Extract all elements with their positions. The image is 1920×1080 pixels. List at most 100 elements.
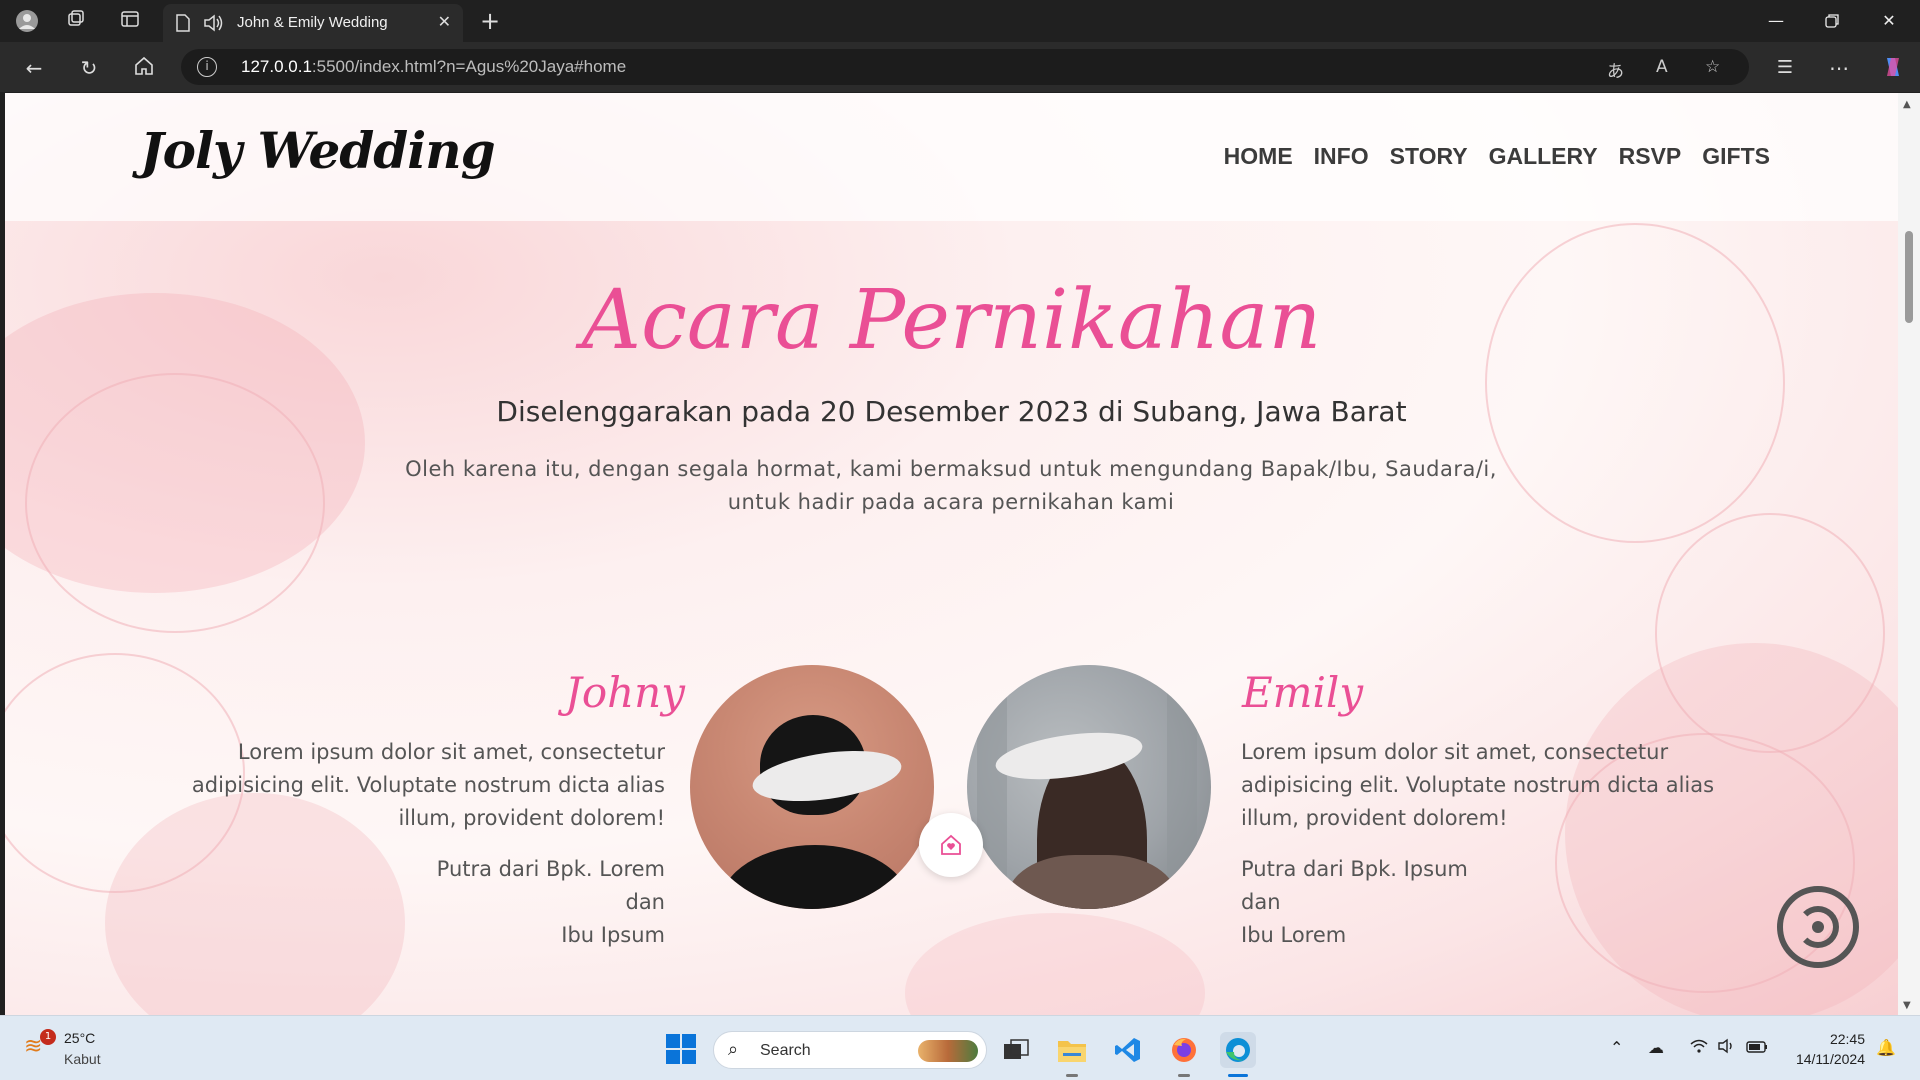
flower-outline bbox=[1655, 513, 1885, 753]
address-bar[interactable]: i 127.0.0.1:5500/index.html?n=Agus%20Jay… bbox=[181, 49, 1749, 85]
groom-bio: Lorem ipsum dolor sit amet, consectetur … bbox=[165, 736, 665, 835]
firefox-icon[interactable] bbox=[1166, 1032, 1202, 1068]
site-logo[interactable]: Joly Wedding bbox=[140, 121, 496, 180]
door-panel bbox=[1167, 665, 1197, 909]
profile-icon[interactable] bbox=[15, 9, 39, 33]
bride-bio-line: adipisicing elit. Voluptate nostrum dict… bbox=[1241, 773, 1715, 797]
page-viewport: Joly Wedding HOME INFO STORY GALLERY RSV… bbox=[5, 93, 1898, 1015]
translate-icon[interactable]: あ bbox=[1607, 57, 1624, 82]
music-toggle-button[interactable] bbox=[1777, 886, 1859, 968]
bride-bio: Lorem ipsum dolor sit amet, consectetur … bbox=[1241, 736, 1741, 835]
groom-bio-line: adipisicing elit. Voluptate nostrum dict… bbox=[191, 773, 665, 797]
search-label: Search bbox=[760, 1042, 811, 1059]
scroll-thumb[interactable] bbox=[1905, 231, 1913, 323]
bride-parent-father: Putra dari Bpk. Ipsum bbox=[1241, 857, 1468, 881]
tab-actions-icon[interactable] bbox=[118, 9, 142, 33]
restore-icon[interactable] bbox=[1809, 8, 1855, 34]
read-aloud-icon[interactable]: A bbox=[1656, 57, 1668, 77]
taskbar: ≋ 1 25°C Kabut ⌕ Search ⌃ ☁ 22:45 14/11/… bbox=[0, 1015, 1920, 1080]
taskbar-search[interactable]: ⌕ Search bbox=[713, 1031, 987, 1069]
groom-parent-mother: Ibu Ipsum bbox=[561, 923, 665, 947]
weather-temp[interactable]: 25°C bbox=[64, 1030, 95, 1046]
firefox-running-indicator bbox=[1178, 1074, 1190, 1077]
weather-desc[interactable]: Kabut bbox=[64, 1051, 101, 1067]
flower-outline bbox=[1485, 223, 1785, 543]
nav-info[interactable]: INFO bbox=[1314, 143, 1369, 170]
wifi-icon[interactable] bbox=[1690, 1038, 1708, 1057]
weather-badge: 1 bbox=[40, 1029, 56, 1045]
groom-bio-line: Lorem ipsum dolor sit amet, consectetur bbox=[237, 740, 665, 764]
main-nav: HOME INFO STORY GALLERY RSVP GIFTS bbox=[1224, 143, 1770, 170]
copilot-icon[interactable] bbox=[1880, 55, 1906, 81]
nav-story[interactable]: STORY bbox=[1390, 143, 1468, 170]
speaker-icon[interactable] bbox=[203, 13, 225, 37]
groom-shirt bbox=[720, 845, 910, 909]
bride-bio-line: illum, provident dolorem! bbox=[1241, 806, 1508, 830]
search-icon: ⌕ bbox=[728, 1039, 739, 1060]
site-info-icon[interactable]: i bbox=[197, 57, 217, 77]
bride-name: Emily bbox=[1242, 668, 1364, 717]
new-tab-icon[interactable]: + bbox=[478, 9, 502, 33]
door-panel bbox=[977, 665, 1007, 909]
site-header: Joly Wedding HOME INFO STORY GALLERY RSV… bbox=[5, 93, 1898, 221]
refresh-icon[interactable]: ↻ bbox=[76, 55, 102, 81]
hero-subtitle: Diselenggarakan pada 20 Desember 2023 di… bbox=[496, 395, 1407, 428]
tray-overflow-icon[interactable]: ⌃ bbox=[1610, 1038, 1623, 1057]
volume-icon[interactable] bbox=[1718, 1038, 1736, 1058]
watercolor-blob bbox=[905, 913, 1205, 1015]
bride-bio-line: Lorem ipsum dolor sit amet, consectetur bbox=[1241, 740, 1669, 764]
notification-bell-icon[interactable]: 🔔 bbox=[1876, 1038, 1896, 1057]
url-text: 127.0.0.1:5500/index.html?n=Agus%20Jaya#… bbox=[241, 57, 627, 76]
nav-gallery[interactable]: GALLERY bbox=[1489, 143, 1598, 170]
nav-home[interactable]: HOME bbox=[1224, 143, 1293, 170]
more-icon[interactable]: ⋯ bbox=[1826, 55, 1852, 81]
tab-active[interactable]: John & Emily Wedding ✕ bbox=[163, 4, 463, 42]
bride-parents: Putra dari Bpk. Ipsum dan Ibu Lorem bbox=[1241, 853, 1541, 952]
system-clock[interactable]: 22:45 14/11/2024 bbox=[1785, 1029, 1865, 1069]
clock-date: 14/11/2024 bbox=[1795, 1051, 1865, 1067]
search-highlight-image bbox=[918, 1040, 978, 1062]
groom-parents: Putra dari Bpk. Lorem dan Ibu Ipsum bbox=[365, 853, 665, 952]
heart-home-icon bbox=[919, 813, 983, 877]
onedrive-icon[interactable]: ☁ bbox=[1648, 1038, 1664, 1057]
favorite-star-icon[interactable]: ☆ bbox=[1705, 57, 1720, 77]
clock-time: 22:45 bbox=[1829, 1031, 1865, 1047]
bride-photo bbox=[967, 665, 1211, 909]
scroll-up-icon[interactable]: ▲ bbox=[1903, 99, 1911, 110]
file-explorer-icon[interactable] bbox=[1054, 1032, 1090, 1068]
music-disc-center bbox=[1812, 921, 1824, 933]
browser-toolbar: ← ↻ i 127.0.0.1:5500/index.html?n=Agus%2… bbox=[0, 42, 1920, 92]
hero-text-line: Oleh karena itu, dengan segala hormat, k… bbox=[405, 457, 1497, 481]
groom-name: Johny bbox=[565, 668, 685, 717]
nav-gifts[interactable]: GIFTS bbox=[1702, 143, 1770, 170]
battery-icon[interactable] bbox=[1746, 1038, 1768, 1057]
title-bar: John & Emily Wedding ✕ + — ✕ bbox=[0, 0, 1920, 42]
collections-icon[interactable] bbox=[64, 9, 88, 33]
explorer-running-indicator bbox=[1066, 1074, 1078, 1077]
minimize-icon[interactable]: — bbox=[1753, 8, 1799, 34]
groom-parent-and: dan bbox=[625, 890, 665, 914]
close-tab-icon[interactable]: ✕ bbox=[438, 12, 451, 31]
groom-parent-father: Putra dari Bpk. Lorem bbox=[436, 857, 665, 881]
nav-rsvp[interactable]: RSVP bbox=[1619, 143, 1682, 170]
bride-parent-and: dan bbox=[1241, 890, 1281, 914]
windows-start-icon[interactable] bbox=[666, 1034, 696, 1064]
hero-text: Oleh karena itu, dengan segala hormat, k… bbox=[401, 453, 1501, 519]
vscode-icon[interactable] bbox=[1110, 1032, 1146, 1068]
page-icon bbox=[175, 14, 191, 36]
bride-parent-mother: Ibu Lorem bbox=[1241, 923, 1347, 947]
tab-title: John & Emily Wedding bbox=[237, 14, 388, 31]
close-window-icon[interactable]: ✕ bbox=[1866, 8, 1912, 34]
edge-icon[interactable] bbox=[1220, 1032, 1256, 1068]
task-view-icon[interactable] bbox=[998, 1032, 1034, 1068]
edge-active-indicator bbox=[1228, 1074, 1248, 1077]
back-icon[interactable]: ← bbox=[21, 55, 47, 81]
hero-title: Acara Pernikahan bbox=[581, 273, 1322, 368]
favorites-icon[interactable]: ☰ bbox=[1772, 55, 1798, 81]
page-scrollbar[interactable]: ▲ ▼ bbox=[1898, 93, 1920, 1015]
groom-photo bbox=[690, 665, 934, 909]
groom-bio-line: illum, provident dolorem! bbox=[398, 806, 665, 830]
bride-sweater bbox=[1007, 855, 1177, 909]
scroll-down-icon[interactable]: ▼ bbox=[1903, 1000, 1911, 1011]
home-icon[interactable] bbox=[131, 55, 157, 81]
